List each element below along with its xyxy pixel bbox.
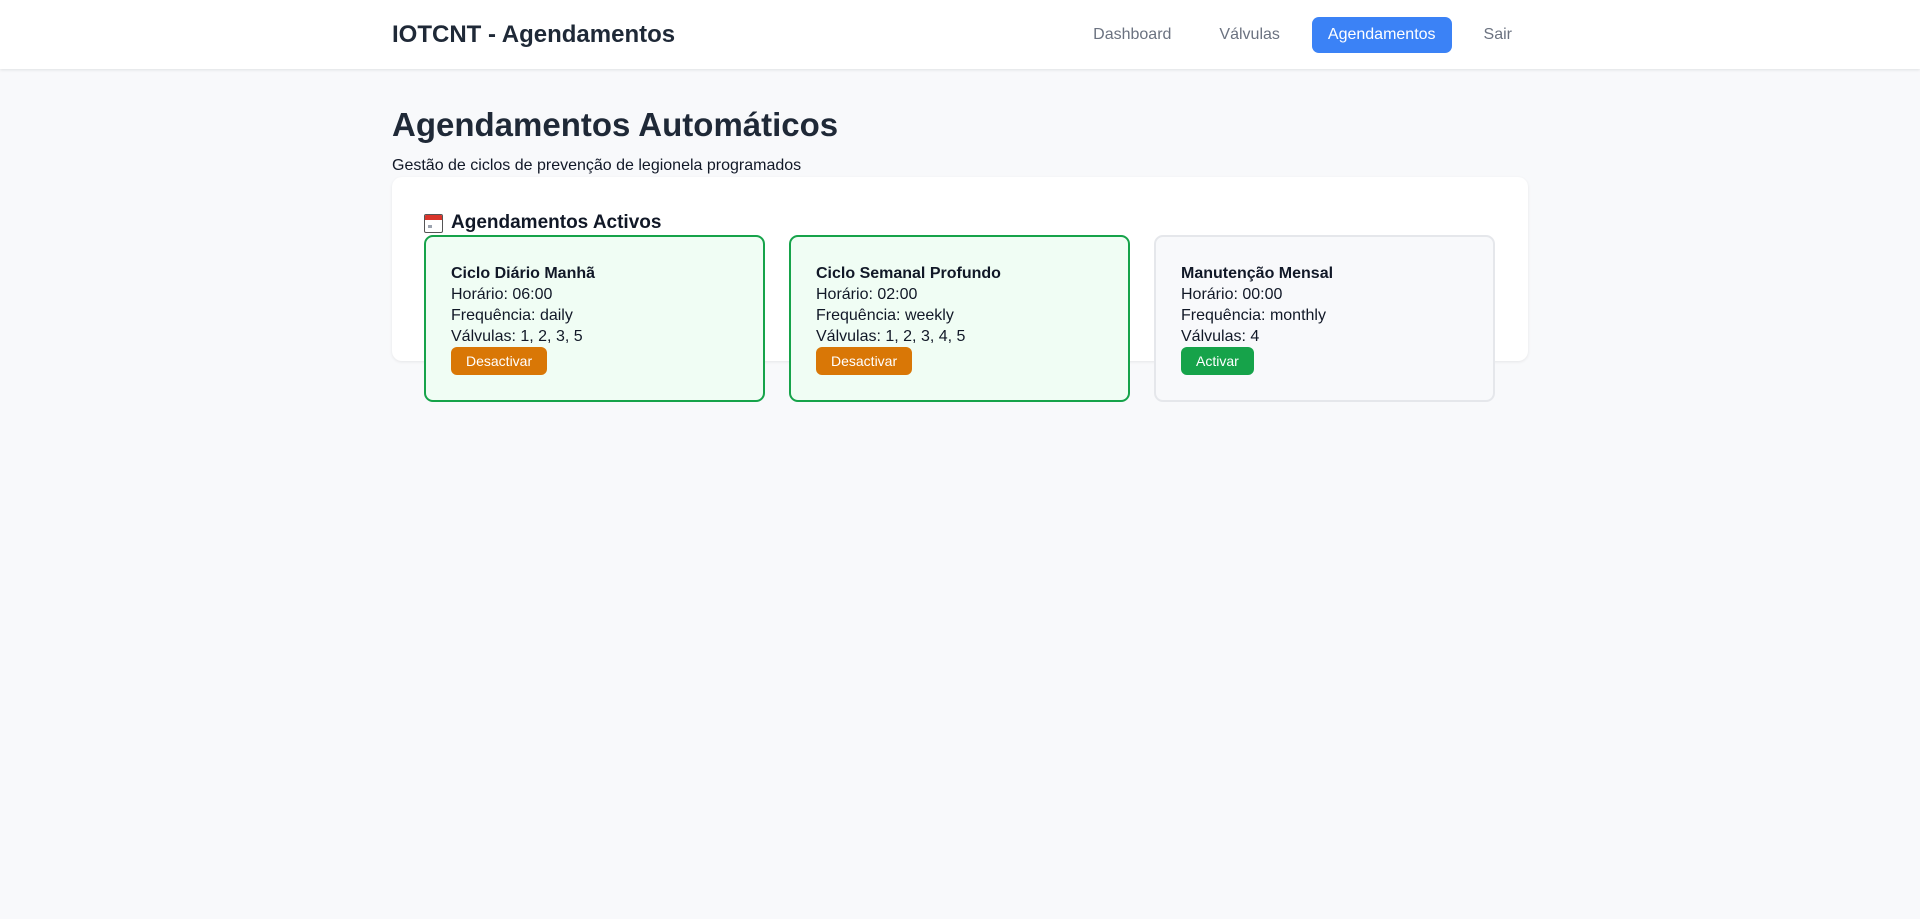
schedule-name: Ciclo Semanal Profundo [816,265,1001,282]
schedule-valves: Válvulas: 1, 2, 3, 5 [451,328,583,345]
nav-link-sair[interactable]: Sair [1468,17,1528,53]
nav-links: Dashboard Válvulas Agendamentos Sair [1077,16,1528,53]
top-navbar: IOTCNT - Agendamentos Dashboard Válvulas… [0,0,1920,69]
app-title: IOTCNT - Agendamentos [392,20,676,48]
calendar-icon [424,213,443,233]
schedule-time: Horário: 06:00 [451,286,553,303]
schedule-cards: Ciclo Diário Manhã Horário: 06:00 Frequê… [424,235,1496,402]
schedule-valves: Válvulas: 4 [1181,328,1260,345]
schedule-time: Horário: 00:00 [1181,286,1283,303]
schedules-panel: Agendamentos Activos Ciclo Diário Manhã … [392,177,1528,402]
deactivate-button[interactable]: Desactivar [816,347,913,375]
schedule-card: Ciclo Diário Manhã Horário: 06:00 Frequê… [424,235,765,402]
panel-title: Agendamentos Activos [451,212,662,233]
schedule-time: Horário: 02:00 [816,286,918,303]
schedule-name: Manutenção Mensal [1181,265,1334,282]
navbar-inner: IOTCNT - Agendamentos Dashboard Válvulas… [392,0,1528,69]
deactivate-button[interactable]: Desactivar [451,347,548,375]
page-title: Agendamentos Automáticos [392,106,839,143]
schedule-frequency: Frequência: daily [451,307,573,324]
panel-header: Agendamentos Activos [424,211,1496,235]
schedule-frequency: Frequência: weekly [816,307,954,324]
main-content: Agendamentos Automáticos Gestão de ciclo… [392,105,1528,402]
schedule-card: Ciclo Semanal Profundo Horário: 02:00 Fr… [789,235,1130,402]
schedule-valves: Válvulas: 1, 2, 3, 4, 5 [816,328,966,345]
nav-link-valvulas[interactable]: Válvulas [1203,17,1295,53]
nav-link-dashboard[interactable]: Dashboard [1077,17,1187,53]
nav-link-agendamentos[interactable]: Agendamentos [1311,16,1452,53]
activate-button[interactable]: Activar [1181,347,1254,375]
page-subtitle: Gestão de ciclos de prevenção de legione… [392,157,802,174]
schedule-name: Ciclo Diário Manhã [451,265,596,282]
schedule-card: Manutenção Mensal Horário: 00:00 Frequên… [1154,235,1495,402]
schedule-frequency: Frequência: monthly [1181,307,1326,324]
